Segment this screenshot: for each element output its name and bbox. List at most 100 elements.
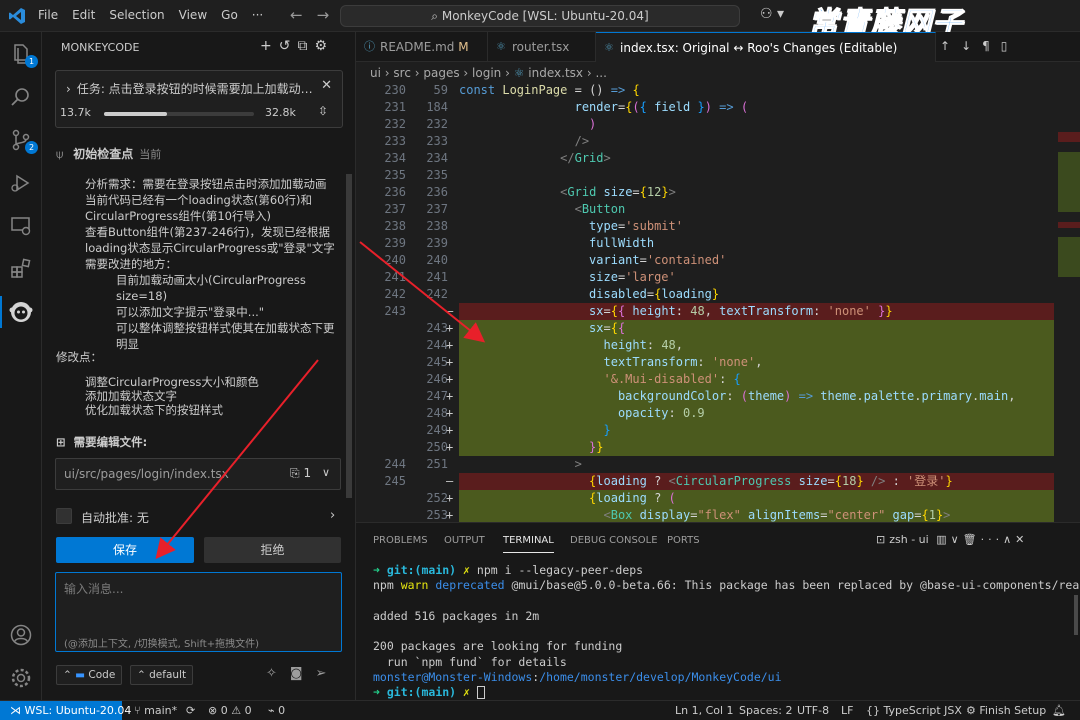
- cursor-position[interactable]: Ln 1, Col 1: [675, 701, 734, 720]
- diff-added-line[interactable]: 250 + }}: [356, 439, 1080, 456]
- tab-problems[interactable]: PROBLEMS: [373, 535, 428, 546]
- encoding[interactable]: UTF-8: [797, 701, 829, 720]
- more-icon[interactable]: ···: [981, 533, 1004, 546]
- search-icon[interactable]: [9, 85, 33, 109]
- menu-view[interactable]: View: [179, 8, 207, 22]
- chevron-right-icon[interactable]: ›: [330, 508, 335, 523]
- tab-readme[interactable]: ⓘ README.md M: [356, 32, 488, 62]
- trash-icon[interactable]: 🗑: [963, 533, 981, 546]
- remote-explorer-icon[interactable]: [9, 214, 33, 238]
- diff-added-line[interactable]: 243 + sx={{: [356, 320, 1080, 337]
- code-line[interactable]: 240 240 variant='contained': [356, 252, 1080, 269]
- menu-go[interactable]: Go: [221, 8, 238, 22]
- file-to-edit[interactable]: ui/src/pages/login/index.tsx ⎘ 1 ∨: [55, 458, 341, 490]
- code-line[interactable]: 235 235: [356, 167, 1080, 184]
- tab-output[interactable]: OUTPUT: [444, 535, 485, 546]
- diff-removed-line[interactable]: 245 — {loading ? <CircularProgress size={…: [356, 473, 1080, 490]
- panel-scrollbar[interactable]: [346, 174, 352, 498]
- code-line[interactable]: 234 234 </Grid>: [356, 150, 1080, 167]
- code-line[interactable]: 233 233 />: [356, 133, 1080, 150]
- terminal-output[interactable]: ➜ git:(main) ✗ npm i --legacy-peer-deps …: [373, 563, 1080, 701]
- popout-icon[interactable]: ⧉: [297, 38, 314, 54]
- breadcrumb-item[interactable]: src: [393, 66, 411, 80]
- code-line[interactable]: 239 239 fullWidth: [356, 235, 1080, 252]
- task-card[interactable]: › 任务: 点击登录按钮的时候需要加上加载动… ✕ 13.7k 32.8k ⇳: [55, 70, 343, 128]
- terminal-scrollbar[interactable]: [1074, 595, 1078, 635]
- sync-icon[interactable]: ⟳: [186, 701, 195, 720]
- back-arrow-icon[interactable]: ←: [290, 6, 317, 24]
- remote-indicator[interactable]: ⋊ WSL: Ubuntu-20.04: [0, 701, 131, 720]
- breadcrumb-item[interactable]: ...: [595, 66, 606, 80]
- tab-terminal[interactable]: TERMINAL: [503, 535, 554, 553]
- ports-indicator[interactable]: ⌁ 0: [268, 701, 285, 720]
- accounts-icon[interactable]: [9, 623, 33, 647]
- breadcrumb-item[interactable]: login: [472, 66, 501, 80]
- reject-button[interactable]: 拒绝: [204, 537, 341, 563]
- diff-removed-line[interactable]: 243 — sx={{ height: 48, textTransform: 'n…: [356, 303, 1080, 320]
- settings-icon[interactable]: ⚙: [314, 38, 334, 54]
- split-icon[interactable]: ▥∨: [936, 533, 962, 546]
- breadcrumb-item[interactable]: pages: [423, 66, 459, 80]
- copilot-icon[interactable]: ⚇ ▾: [760, 6, 784, 22]
- close-icon[interactable]: ✕: [321, 78, 332, 93]
- monkeycode-icon[interactable]: [9, 300, 33, 324]
- arrow-up-icon[interactable]: ↑: [940, 39, 961, 53]
- code-line[interactable]: 231 184 render={({ field }) => (: [356, 99, 1080, 116]
- condense-icon[interactable]: ⇳: [318, 104, 328, 118]
- diff-added-line[interactable]: 247 + backgroundColor: (theme) => theme.p…: [356, 388, 1080, 405]
- problems-indicator[interactable]: ⊗ 0 ⚠ 0: [208, 701, 252, 720]
- tab-debug-console[interactable]: DEBUG CONSOLE: [570, 535, 658, 546]
- notifications-bell-icon[interactable]: 🔔︎: [1052, 701, 1066, 720]
- tab-ports[interactable]: PORTS: [667, 535, 700, 546]
- code-line[interactable]: 237 237 <Button: [356, 201, 1080, 218]
- send-icon[interactable]: ➢: [316, 666, 340, 681]
- branch-indicator[interactable]: ⑂ main*: [134, 701, 177, 720]
- code-line[interactable]: 241 241 size='large': [356, 269, 1080, 286]
- diff-added-line[interactable]: 244 + height: 48,: [356, 337, 1080, 354]
- menu-edit[interactable]: Edit: [72, 8, 95, 22]
- close-panel-icon[interactable]: ✕: [1015, 533, 1028, 546]
- run-debug-icon[interactable]: [9, 171, 33, 195]
- menu-selection[interactable]: Selection: [109, 8, 164, 22]
- profile-selector[interactable]: ⌃ default: [130, 665, 194, 685]
- finish-setup[interactable]: ⚙ Finish Setup: [966, 701, 1046, 720]
- diff-added-line[interactable]: 249 + }: [356, 422, 1080, 439]
- terminal-shell[interactable]: zsh - ui: [889, 533, 928, 546]
- end-of-line[interactable]: LF: [841, 701, 853, 720]
- tab-index-diff[interactable]: ⚛ index.tsx: Original ↔ Roo's Changes (Ed…: [596, 32, 936, 62]
- pilcrow-icon[interactable]: ¶: [982, 39, 1001, 53]
- breadcrumb-item[interactable]: ui: [370, 66, 381, 80]
- diff-added-line[interactable]: 245 + textTransform: 'none',: [356, 354, 1080, 371]
- copy-icon[interactable]: ⎘: [290, 466, 300, 480]
- code-line[interactable]: 236 236 <Grid size={12}>: [356, 184, 1080, 201]
- code-line[interactable]: 244 251 >: [356, 456, 1080, 473]
- code-line[interactable]: 238 238 type='submit': [356, 218, 1080, 235]
- maximize-icon[interactable]: ∧: [1003, 533, 1015, 546]
- chevron-down-icon[interactable]: ∨: [322, 466, 330, 479]
- enhance-prompt-icon[interactable]: ✧: [266, 666, 290, 681]
- code-line[interactable]: 232 232 ): [356, 116, 1080, 133]
- settings-gear-icon[interactable]: [9, 666, 33, 690]
- mode-selector[interactable]: ⌃ ▬ Code: [56, 665, 123, 685]
- minimap[interactable]: [1058, 112, 1080, 522]
- language-mode[interactable]: {} TypeScript JSX: [866, 701, 962, 720]
- menu-more-icon[interactable]: ···: [252, 8, 263, 22]
- open-book-icon[interactable]: ▯: [1001, 39, 1019, 53]
- arrow-down-icon[interactable]: ↓: [961, 39, 982, 53]
- diff-added-line[interactable]: 248 + opacity: 0.9: [356, 405, 1080, 422]
- command-center[interactable]: ⌕ MonkeyCode [WSL: Ubuntu-20.04]: [340, 5, 740, 27]
- diff-added-line[interactable]: 252 + {loading ? (: [356, 490, 1080, 507]
- auto-approve-checkbox[interactable]: [56, 508, 72, 524]
- tab-router[interactable]: ⚛ router.tsx: [488, 32, 596, 62]
- history-icon[interactable]: ↺: [279, 38, 298, 54]
- code-line[interactable]: 242 242 disabled={loading}: [356, 286, 1080, 303]
- indentation[interactable]: Spaces: 2: [739, 701, 792, 720]
- save-button[interactable]: 保存: [56, 537, 194, 563]
- chevron-right-icon[interactable]: ›: [66, 82, 71, 96]
- message-input[interactable]: 输入消息... (@添加上下文, /切换模式, Shift+拖拽文件): [55, 572, 342, 652]
- menu-file[interactable]: File: [38, 8, 58, 22]
- camera-icon[interactable]: ◙: [290, 666, 316, 681]
- code-line[interactable]: 230 59 const LoginPage = () => {: [356, 82, 1080, 99]
- new-task-icon[interactable]: +: [260, 38, 279, 54]
- breadcrumb-item[interactable]: index.tsx: [528, 66, 583, 80]
